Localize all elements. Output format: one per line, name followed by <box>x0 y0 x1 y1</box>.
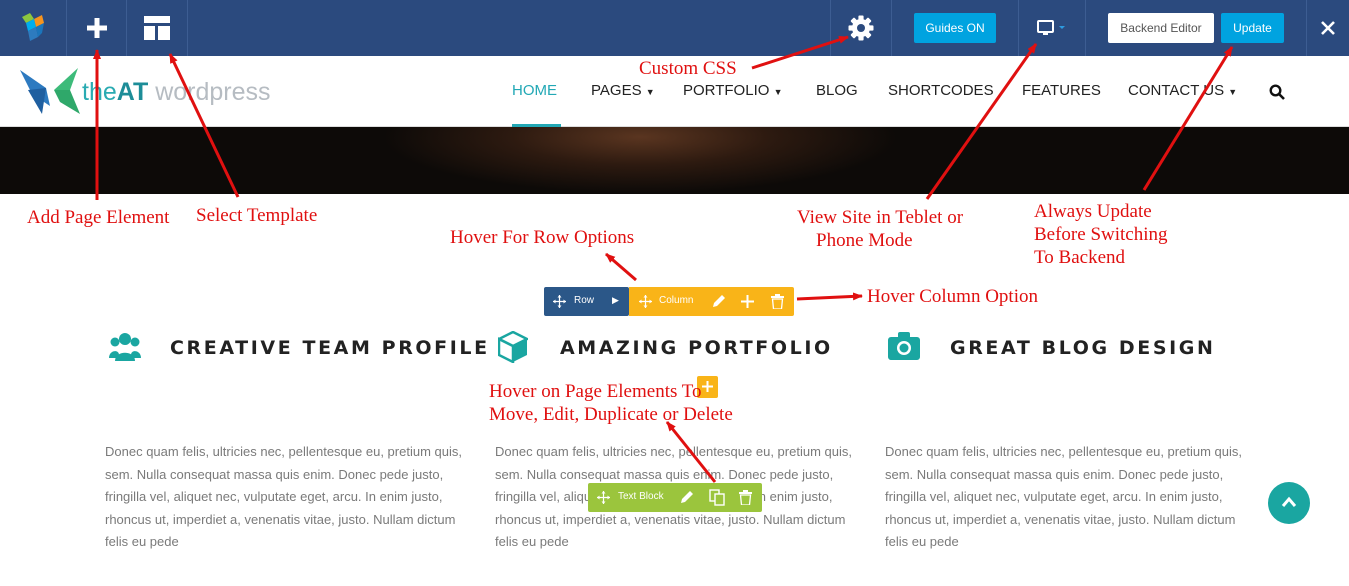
caret-down-icon: ▼ <box>645 87 655 97</box>
layout-template-icon <box>144 16 170 40</box>
annotation-update-line2: Before Switching <box>1034 224 1168 245</box>
search-icon[interactable] <box>1269 84 1285 100</box>
annotation-update-line3: To Backend <box>1034 247 1126 268</box>
annotation-view-mode-line2: Phone Mode <box>816 230 913 251</box>
plus-icon <box>86 18 107 38</box>
feature-body: Donec quam felis, ultricies nec, pellent… <box>885 444 1242 549</box>
duplicate-icon[interactable] <box>709 489 725 506</box>
nav-item-contact[interactable]: CONTACT US ▼ <box>1128 82 1237 99</box>
annotation-update-line1: Always Update <box>1034 201 1152 222</box>
logo-part-wordpress: wordpress <box>148 78 271 106</box>
nav-item-home[interactable]: HOME <box>512 82 557 99</box>
vc-logo[interactable] <box>0 0 66 56</box>
custom-css-button[interactable] <box>831 0 891 56</box>
text-block-controls[interactable]: Text Block <box>588 483 762 512</box>
annotation-view-mode-line1: View Site in Teblet or <box>797 207 964 228</box>
row-label: Row <box>574 295 595 306</box>
nav-item-blog[interactable]: BLOG <box>816 82 858 99</box>
add-element-button[interactable] <box>67 0 126 56</box>
trash-icon[interactable] <box>771 294 784 309</box>
caret-down-icon: ▼ <box>1228 87 1238 97</box>
row-controls[interactable]: Row ▶ <box>544 287 629 316</box>
nav-label: PORTFOLIO <box>683 82 770 99</box>
trash-icon[interactable] <box>739 490 752 505</box>
move-icon[interactable] <box>597 491 610 504</box>
text-block-label: Text Block <box>618 491 664 502</box>
device-mode-dropdown[interactable] <box>1019 0 1085 56</box>
nav-item-pages[interactable]: PAGES ▼ <box>591 82 655 99</box>
nav-item-shortcodes[interactable]: SHORTCODES <box>888 82 994 99</box>
annotation-row-options: Hover For Row Options <box>450 227 635 248</box>
nav-item-features[interactable]: FEATURES <box>1022 82 1101 99</box>
move-icon[interactable] <box>639 295 652 308</box>
close-icon <box>1321 21 1335 35</box>
feature-title: CREATIVE TEAM PROFILE <box>170 337 490 359</box>
templates-button[interactable] <box>127 0 187 56</box>
vc-cube-logo-icon <box>22 13 44 41</box>
close-editor-button[interactable] <box>1307 0 1349 56</box>
scroll-to-top-button[interactable] <box>1268 482 1310 524</box>
annotation-elements-line1: Hover on Page Elements To <box>489 381 702 402</box>
logo-part-at: AT <box>116 78 149 106</box>
pencil-icon[interactable] <box>679 490 694 505</box>
annotation-elements-line2: Move, Edit, Duplicate or Delete <box>489 404 733 425</box>
feature-body: Donec quam felis, ultricies nec, pellent… <box>105 444 462 549</box>
column-label: Column <box>659 295 694 306</box>
guides-toggle-button[interactable]: Guides ON <box>914 13 996 43</box>
cube-icon <box>498 331 528 363</box>
nav-item-portfolio[interactable]: PORTFOLIO ▼ <box>683 82 783 99</box>
logo-part-the: the <box>82 78 117 106</box>
users-icon <box>109 333 141 361</box>
plus-icon[interactable] <box>741 295 754 308</box>
plus-icon <box>702 381 713 392</box>
builder-toolbar: Guides ON Backend Editor Update <box>0 0 1349 56</box>
move-icon[interactable] <box>553 295 566 308</box>
annotation-add-element: Add Page Element <box>27 207 170 228</box>
annotation-select-template: Select Template <box>196 205 318 226</box>
nav-label: PAGES <box>591 82 642 99</box>
caret-down-icon: ▼ <box>773 87 783 97</box>
annotation-column-option: Hover Column Option <box>867 286 1038 307</box>
annotation-custom-css: Custom CSS <box>639 58 737 79</box>
site-logo-icon[interactable] <box>20 68 82 116</box>
gear-icon <box>848 15 874 41</box>
column-controls[interactable]: Column <box>629 287 794 316</box>
update-button[interactable]: Update <box>1221 13 1284 43</box>
backend-editor-button[interactable]: Backend Editor <box>1108 13 1214 43</box>
feature-title: AMAZING PORTFOLIO <box>560 337 833 359</box>
row-expand-icon[interactable]: ▶ <box>612 295 619 306</box>
monitor-icon <box>1037 20 1065 35</box>
nav-label: CONTACT US <box>1128 82 1225 99</box>
site-logo-text[interactable]: theAT wordpress <box>82 78 271 107</box>
chevron-up-icon <box>1281 496 1297 507</box>
camera-icon <box>888 332 920 360</box>
pencil-icon[interactable] <box>711 294 726 309</box>
feature-title: GREAT BLOG DESIGN <box>950 337 1216 359</box>
hero-banner <box>0 127 1349 194</box>
